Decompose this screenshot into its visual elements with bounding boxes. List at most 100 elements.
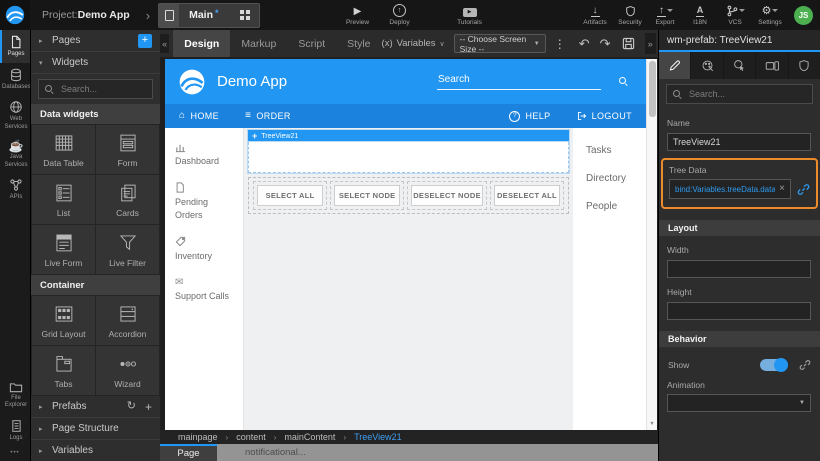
rail-item-apis[interactable]: APIs <box>0 173 30 206</box>
menu-item-inventory[interactable]: Inventory <box>175 236 237 264</box>
i18n-button[interactable]: A I18N <box>686 0 714 30</box>
name-input[interactable] <box>667 133 811 151</box>
add-page-button[interactable]: + <box>138 34 152 48</box>
widget-tile-data-table[interactable]: Data Table <box>32 125 95 174</box>
breadcrumb-mainpage[interactable]: mainpage <box>178 432 218 442</box>
vcs-button[interactable]: VCS <box>721 0 749 30</box>
widget-tile-form[interactable]: Form <box>96 125 159 174</box>
treeview-widget-body[interactable] <box>248 142 569 173</box>
pages-section-header[interactable]: ▸ Pages + <box>31 30 160 52</box>
add-prefab-icon[interactable]: + <box>145 401 152 413</box>
widget-search-input[interactable] <box>59 83 146 95</box>
app-search-input[interactable]: Search <box>437 74 601 90</box>
clear-binding-icon[interactable]: × <box>779 184 785 194</box>
animation-select[interactable]: ▼ <box>667 394 811 412</box>
collapse-right-panel-icon[interactable]: » <box>645 33 656 54</box>
artifacts-button[interactable]: ↓ Artifacts <box>581 0 609 30</box>
widgets-section-header[interactable]: ▾ Widgets <box>31 52 160 74</box>
tutorials-button[interactable]: ▶ Tutorials <box>456 0 484 30</box>
widget-search[interactable] <box>38 79 153 99</box>
preview-button[interactable]: ▶ Preview <box>344 0 372 30</box>
page-tab-main[interactable]: Main* <box>158 3 259 28</box>
settings-button[interactable]: ⚙ Settings <box>756 0 784 30</box>
widget-tile-tabs[interactable]: Tabs <box>32 346 95 395</box>
pages-grid-icon[interactable] <box>231 10 259 20</box>
more-options-icon[interactable]: ⋮ <box>554 37 566 51</box>
select-node-button[interactable]: SELECT NODE <box>334 185 400 206</box>
status-tab-page[interactable]: Page <box>160 444 217 461</box>
deselect-node-button[interactable]: DESELECT NODE <box>411 185 483 206</box>
prefabs-section-header[interactable]: ▸ Prefabs ↻ + <box>31 396 160 418</box>
user-avatar[interactable]: JS <box>794 6 813 25</box>
nav-logout[interactable]: LOGOUT <box>577 111 632 121</box>
breadcrumb-maincontent[interactable]: mainContent <box>284 432 335 442</box>
rail-more-icon[interactable]: ••• <box>0 446 30 461</box>
nav-home[interactable]: ⌂HOME <box>179 111 219 121</box>
nav-help[interactable]: ?HELP <box>509 111 550 122</box>
nav-order[interactable]: ≡ORDER <box>245 111 291 121</box>
menu-item-pending-orders[interactable]: Pending Orders <box>175 182 237 223</box>
menu-item-tasks[interactable]: Tasks <box>586 145 646 156</box>
rail-item-web-services[interactable]: Web Services <box>0 95 30 135</box>
widget-tile-live-form[interactable]: Live Form <box>32 225 95 274</box>
canvas-scrollbar[interactable]: ▼ <box>646 59 657 430</box>
breadcrumb-content[interactable]: content <box>236 432 266 442</box>
menu-item-dashboard[interactable]: Dashboard <box>175 141 237 169</box>
menu-item-people[interactable]: People <box>586 201 646 212</box>
screen-size-select[interactable]: -- Choose Screen Size -- ▼ <box>454 34 546 53</box>
tab-script[interactable]: Script <box>287 30 336 57</box>
scroll-down-icon[interactable]: ▼ <box>649 421 654 430</box>
widget-tile-accordion[interactable]: Accordion <box>96 296 159 345</box>
refresh-icon[interactable]: ↻ <box>127 401 136 412</box>
widget-tile-live-filter[interactable]: Live Filter <box>96 225 159 274</box>
rail-item-logs[interactable]: Logs <box>0 414 30 447</box>
app-search-icon[interactable] <box>619 77 628 86</box>
undo-icon[interactable]: ↶ <box>579 37 590 50</box>
show-toggle[interactable] <box>760 359 787 371</box>
menu-item-directory[interactable]: Directory <box>586 173 646 184</box>
redo-icon[interactable]: ↷ <box>600 37 611 50</box>
canvas-toolbar: « Design Markup Script Style (x) Variabl… <box>160 30 658 57</box>
widget-tile-cards[interactable]: Cards <box>96 175 159 224</box>
properties-search-input[interactable] <box>687 88 806 100</box>
rail-item-pages[interactable]: Pages <box>0 30 30 63</box>
tree-data-highlight: Tree Data bind:Variables.treeData.dataSe… <box>661 158 818 209</box>
height-input[interactable] <box>667 302 811 320</box>
security-button[interactable]: Security <box>616 0 644 30</box>
export-button[interactable]: ↑ Export <box>651 0 679 30</box>
widget-tile-wizard[interactable]: Wizard <box>96 346 159 395</box>
variables-dropdown[interactable]: (x) Variables ∨ <box>382 38 445 49</box>
tab-security[interactable] <box>789 52 820 79</box>
deploy-button[interactable]: ↑ Deploy <box>386 0 414 30</box>
tree-data-input[interactable]: bind:Variables.treeData.dataSet × <box>669 179 791 199</box>
rail-item-java-services[interactable]: ☕ Java Services <box>0 135 30 173</box>
rail-item-file-explorer[interactable]: File Explorer <box>0 375 30 414</box>
select-all-button[interactable]: SELECT ALL <box>257 185 323 206</box>
collapse-left-panel-icon[interactable]: « <box>160 34 169 53</box>
deselect-all-button[interactable]: DESELECT ALL <box>494 185 560 206</box>
i18n-icon: A <box>696 5 705 17</box>
variables-section-header[interactable]: ▸ Variables <box>31 440 160 461</box>
rail-item-databases[interactable]: Databases <box>0 63 30 96</box>
tab-style[interactable]: Style <box>336 30 381 57</box>
api-nodes-icon <box>9 178 23 192</box>
widget-tile-grid-layout[interactable]: Grid Layout <box>32 296 95 345</box>
bind-link-icon[interactable] <box>797 183 810 196</box>
treeview-widget-titlebar[interactable]: + TreeView21 <box>248 130 569 142</box>
bind-link-icon[interactable] <box>799 359 811 371</box>
page-structure-section-header[interactable]: ▸ Page Structure <box>31 418 160 440</box>
tab-properties[interactable] <box>659 52 691 79</box>
tab-design[interactable]: Design <box>173 30 230 57</box>
save-icon[interactable] <box>622 37 635 50</box>
tab-events[interactable] <box>724 52 756 79</box>
menu-item-support-calls[interactable]: ✉ Support Calls <box>175 276 237 304</box>
width-input[interactable] <box>667 260 811 278</box>
tab-devices[interactable] <box>756 52 788 79</box>
scrollbar-thumb[interactable] <box>649 61 656 117</box>
widget-tile-list[interactable]: List <box>32 175 95 224</box>
properties-search[interactable] <box>666 84 813 104</box>
breadcrumb-treeview21[interactable]: TreeView21 <box>354 432 402 442</box>
tab-styles[interactable] <box>691 52 723 79</box>
tab-markup[interactable]: Markup <box>230 30 287 57</box>
wavemaker-logo-icon[interactable] <box>0 0 30 30</box>
